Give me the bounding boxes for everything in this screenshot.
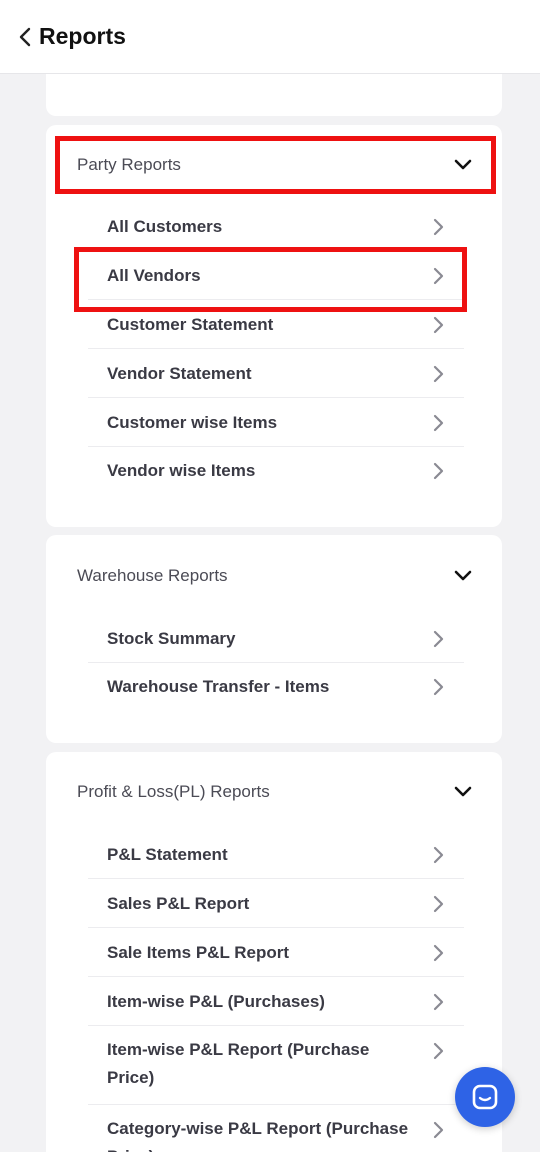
section-title: Party Reports <box>77 155 181 174</box>
page-title: Reports <box>39 23 126 49</box>
chevron-right-icon <box>432 1121 444 1139</box>
report-item-pl-statement[interactable]: P&L Statement <box>88 830 464 879</box>
chevron-right-icon <box>432 1042 444 1060</box>
item-label: Item-wise P&L Report (Purchase Price) <box>107 1040 370 1087</box>
report-item-item-wise-pl-purchase-price[interactable]: Item-wise P&L Report (Purchase Price) <box>88 1026 464 1105</box>
chat-icon <box>472 1084 498 1110</box>
item-label: Vendor wise Items <box>107 460 256 480</box>
item-label: Item-wise P&L (Purchases) <box>107 991 325 1011</box>
report-item-customer-statement[interactable]: Customer Statement <box>88 300 464 349</box>
chevron-right-icon <box>432 895 444 913</box>
item-label: P&L Statement <box>107 844 228 864</box>
party-reports-header[interactable]: Party Reports <box>46 137 502 193</box>
report-item-customer-wise-items[interactable]: Customer wise Items <box>88 398 464 447</box>
chevron-right-icon <box>432 267 444 285</box>
warehouse-reports-card: Warehouse Reports Stock Summary Warehous… <box>46 535 502 743</box>
chevron-down-icon <box>454 570 472 582</box>
item-label: Customer Statement <box>107 314 274 334</box>
report-item-warehouse-transfer-items[interactable]: Warehouse Transfer - Items <box>88 662 464 711</box>
item-label: Customer wise Items <box>107 412 278 432</box>
report-item-item-wise-pl-purchases[interactable]: Item-wise P&L (Purchases) <box>88 977 464 1026</box>
chevron-right-icon <box>432 316 444 334</box>
report-item-vendor-statement[interactable]: Vendor Statement <box>88 349 464 398</box>
chevron-right-icon <box>432 630 444 648</box>
chevron-right-icon <box>432 944 444 962</box>
section-title: Profit & Loss(PL) Reports <box>77 782 270 801</box>
report-item-vendor-wise-items[interactable]: Vendor wise Items <box>88 446 464 495</box>
item-label: All Customers <box>107 216 223 236</box>
item-label: Warehouse Transfer - Items <box>107 676 330 696</box>
chat-button[interactable] <box>455 1067 515 1127</box>
chevron-right-icon <box>432 414 444 432</box>
item-label: Stock Summary <box>107 628 236 648</box>
pl-reports-header[interactable]: Profit & Loss(PL) Reports <box>46 764 502 820</box>
report-item-all-vendors[interactable]: All Vendors <box>88 251 464 300</box>
report-item-sales-pl-report[interactable]: Sales P&L Report <box>88 879 464 928</box>
item-label: Sales P&L Report <box>107 893 250 913</box>
party-reports-card: Party Reports All Customers All Vendors … <box>46 125 502 527</box>
item-label: Category-wise P&L Report (Purchase Price… <box>107 1119 409 1152</box>
chevron-right-icon <box>432 218 444 236</box>
warehouse-reports-header[interactable]: Warehouse Reports <box>46 548 502 604</box>
item-label: All Vendors <box>107 265 201 285</box>
chevron-down-icon <box>454 159 472 171</box>
report-item-category-wise-pl-purchase-price[interactable]: Category-wise P&L Report (Purchase Price… <box>88 1105 464 1152</box>
report-item-sale-items-pl-report[interactable]: Sale Items P&L Report <box>88 928 464 977</box>
chevron-right-icon <box>432 678 444 696</box>
chevron-right-icon <box>432 846 444 864</box>
chevron-right-icon <box>432 462 444 480</box>
pl-reports-card: Profit & Loss(PL) Reports P&L Statement … <box>46 752 502 1152</box>
section-title: Warehouse Reports <box>77 566 228 585</box>
chevron-down-icon <box>454 786 472 798</box>
report-item-stock-summary[interactable]: Stock Summary <box>88 614 464 663</box>
report-item-all-customers[interactable]: All Customers <box>88 202 464 251</box>
item-label: Sale Items P&L Report <box>107 942 290 962</box>
item-label: Vendor Statement <box>107 363 252 383</box>
chevron-right-icon <box>432 365 444 383</box>
back-button[interactable] <box>14 23 36 51</box>
chevron-left-icon <box>19 27 31 46</box>
chevron-right-icon <box>432 993 444 1011</box>
app-header: Reports <box>0 0 540 74</box>
